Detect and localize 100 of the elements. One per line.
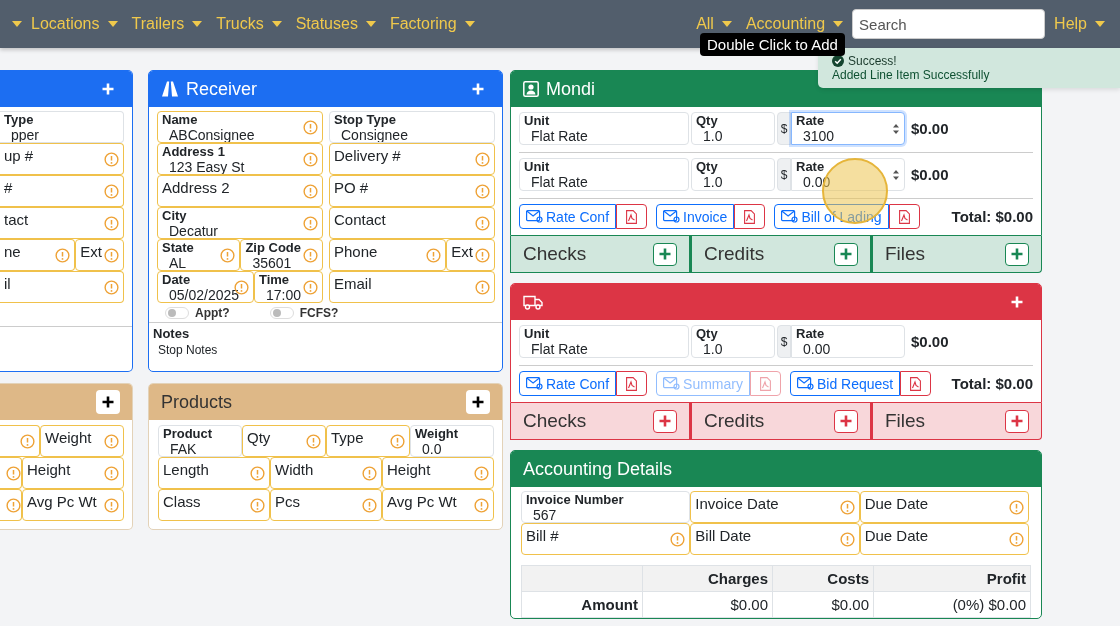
input-field[interactable]: City Decatur: [157, 207, 323, 239]
document-button[interactable]: Bid Request: [789, 371, 901, 396]
input-field[interactable]: Contact: [329, 207, 495, 239]
input-field[interactable]: Type: [326, 425, 410, 457]
nav-menu[interactable]: Factoring: [382, 11, 482, 37]
input-field[interactable]: Qty 1.0: [691, 158, 775, 191]
caret-icon: [107, 21, 118, 27]
pdf-icon: [910, 376, 922, 391]
input-field[interactable]: Width: [270, 457, 382, 489]
input-field[interactable]: Product FAK: [158, 425, 242, 457]
total-text: Total: $0.00: [951, 375, 1033, 392]
input-field[interactable]: Avg Pc Wt: [22, 489, 124, 521]
row-label: Amount: [521, 591, 643, 618]
toggle-switch[interactable]: [165, 307, 189, 319]
plus-icon: [659, 415, 671, 427]
input-field[interactable]: [0, 457, 22, 489]
plus-icon: [659, 248, 671, 260]
pdf-button[interactable]: [616, 204, 648, 229]
warning-icon: [55, 247, 71, 263]
input-field[interactable]: Unit Flat Rate: [519, 325, 689, 358]
input-field[interactable]: Qty 1.0: [691, 112, 775, 145]
input-field[interactable]: Address 2: [157, 175, 323, 207]
caret-icon: [12, 21, 22, 27]
input-field[interactable]: Due Date: [859, 523, 1029, 555]
nav-menu[interactable]: Trailers: [124, 11, 210, 37]
input-field[interactable]: Stop Type Consignee: [329, 111, 495, 143]
input-field[interactable]: Bill Date: [690, 523, 860, 555]
input-field[interactable]: Phone: [329, 239, 447, 271]
input-field[interactable]: Bill #: [521, 523, 691, 555]
pdf-button[interactable]: [734, 204, 766, 229]
toast-title: Success!: [848, 54, 897, 68]
amount-text: $0.00: [910, 120, 950, 137]
input-field[interactable]: Date 05/02/2025: [157, 271, 254, 303]
toggle-label: Appt?: [195, 306, 230, 320]
column-header: Profit: [873, 565, 1031, 592]
input-field[interactable]: State AL: [157, 239, 241, 271]
document-button[interactable]: Rate Conf: [519, 371, 617, 396]
nav-menu[interactable]: Statuses: [288, 11, 383, 37]
pdf-button[interactable]: [900, 371, 932, 396]
input-field[interactable]: Class: [158, 489, 270, 521]
nav-menu[interactable]: Trucks: [209, 11, 289, 37]
input-field[interactable]: Unit Flat Rate: [519, 158, 689, 191]
pdf-icon: [744, 209, 756, 224]
input-field[interactable]: Ext: [446, 239, 495, 271]
road-icon: [161, 81, 179, 97]
input-field[interactable]: Qty 1.0: [691, 325, 775, 358]
warning-icon: [670, 531, 686, 547]
input-field[interactable]: Address 1 123 Easy St: [157, 143, 323, 175]
input-field[interactable]: Time 17:00: [253, 271, 323, 303]
card-title: Products: [161, 391, 233, 413]
pdf-icon: [626, 376, 638, 391]
input-field[interactable]: Pcs: [270, 489, 382, 521]
input-field[interactable]: Name ABConsignee: [157, 111, 323, 143]
nav-menu[interactable]: Help: [1047, 11, 1112, 37]
input-field[interactable]: Delivery #: [329, 143, 495, 175]
input-field[interactable]: Height: [22, 457, 124, 489]
input-field[interactable]: up #: [0, 143, 124, 175]
input-field[interactable]: Qty: [242, 425, 326, 457]
input-field[interactable]: Type pper: [0, 111, 124, 143]
nav-menu[interactable]: Locations: [24, 11, 125, 37]
search-field[interactable]: Search: [852, 9, 1046, 39]
input-field[interactable]: Invoice Number 567: [521, 491, 691, 523]
notes-text: Stop Notes: [157, 342, 219, 357]
input-field[interactable]: Avg Pc Wt: [382, 489, 494, 521]
warning-icon: [303, 247, 318, 263]
notes-label: Notes: [153, 326, 191, 341]
input-field[interactable]: [0, 425, 40, 457]
input-field[interactable]: #: [0, 175, 124, 207]
caret-icon: [365, 21, 376, 27]
input-field[interactable]: il: [0, 271, 124, 303]
warning-icon: [104, 183, 119, 199]
input-field[interactable]: Weight: [40, 425, 124, 457]
add-button[interactable]: [96, 390, 120, 414]
input-field[interactable]: Invoice Date: [690, 491, 860, 523]
add-button[interactable]: [466, 390, 490, 414]
document-button[interactable]: Invoice: [656, 204, 735, 229]
input-field[interactable]: Ext: [75, 239, 124, 271]
input-field[interactable]: [0, 489, 22, 521]
amount-text: $0.00: [910, 166, 950, 183]
input-field[interactable]: Weight 0.0: [410, 425, 494, 457]
input-field[interactable]: Zip Code 35601: [240, 239, 323, 271]
toggle-switch[interactable]: [269, 307, 294, 319]
input-field[interactable]: tact: [0, 207, 124, 239]
input-field[interactable]: Height: [382, 457, 494, 489]
table-cell: $0.00: [772, 591, 874, 618]
input-field[interactable]: Length: [158, 457, 270, 489]
pdf-button[interactable]: [616, 371, 648, 396]
input-field[interactable]: PO #: [329, 175, 495, 207]
warning-icon: [362, 497, 377, 513]
input-field[interactable]: Rate 0.00: [791, 325, 905, 358]
warning-icon: [1009, 531, 1024, 547]
input-field[interactable]: Due Date: [859, 491, 1029, 523]
warning-icon: [6, 497, 21, 513]
pdf-button[interactable]: [888, 204, 920, 229]
warning-icon: [306, 433, 321, 449]
document-button[interactable]: Rate Conf: [519, 204, 617, 229]
input-field[interactable]: Email: [329, 271, 495, 303]
input-field[interactable]: Rate 3100: [791, 112, 905, 145]
input-field[interactable]: Unit Flat Rate: [519, 112, 689, 145]
input-field[interactable]: ne: [0, 239, 76, 271]
